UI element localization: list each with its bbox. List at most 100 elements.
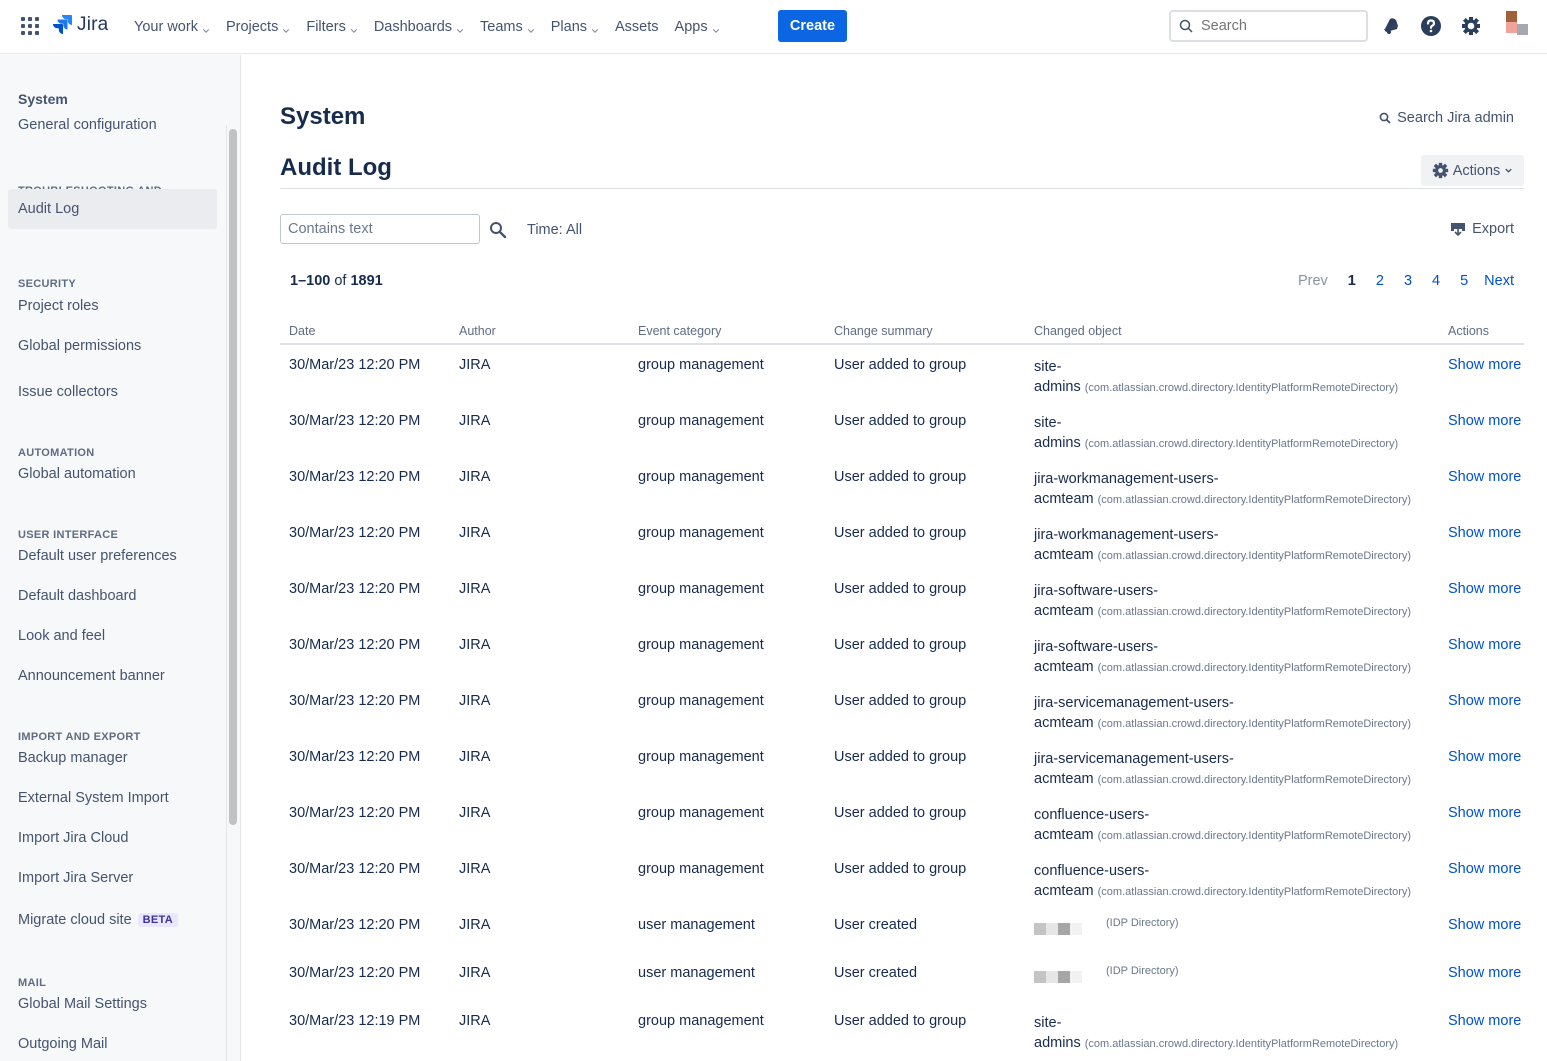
help-icon[interactable] (1419, 14, 1443, 38)
column-header-changed-object: Changed object (1034, 324, 1122, 338)
contains-text-filter-input[interactable] (280, 214, 480, 244)
sidebar-item-import-jira-cloud[interactable]: Import Jira Cloud (8, 818, 217, 858)
cell-changed-object: confluence-users-acmteam (com.atlassian.c… (1034, 805, 1444, 846)
cell-author: JIRA (459, 861, 491, 877)
sidebar-item-general-configuration[interactable]: General configuration (8, 105, 217, 145)
cell-changed-object: jira-software-users-acmteam (com.atlassia… (1034, 581, 1444, 622)
sidebar-item-issue-collectors[interactable]: Issue collectors (8, 372, 217, 412)
pagination-prev[interactable]: Prev (1298, 273, 1328, 289)
nav-item-assets[interactable]: Assets (607, 11, 667, 43)
show-more-link[interactable]: Show more (1448, 581, 1521, 597)
directory-label: (com.atlassian.crowd.directory.IdentityP… (1097, 494, 1412, 506)
nav-item-your-work[interactable]: Your work (126, 11, 218, 43)
show-more-link[interactable]: Show more (1448, 965, 1521, 981)
nav-item-dashboards[interactable]: Dashboards (366, 11, 472, 43)
table-row: 30/Mar/23 12:20 PM JIRA group management Us… (280, 513, 1524, 569)
sidebar-item-import-jira-server[interactable]: Import Jira Server (8, 858, 217, 898)
sidebar-item-label: Import Jira Cloud (18, 830, 129, 846)
cell-event-category: group management (638, 805, 764, 821)
pagination-page-2[interactable]: 2 (1376, 273, 1384, 289)
cell-date: 30/Mar/23 12:20 PM (289, 581, 421, 597)
object-name-line1: jira-workmanagement-users- (1034, 471, 1219, 487)
pagination-next[interactable]: Next (1484, 273, 1514, 289)
sidebar-item-look-and-feel[interactable]: Look and feel (8, 616, 217, 656)
cell-changed-object: (IDP Directory) (1034, 965, 1444, 989)
jira-logo[interactable]: Jira (51, 14, 108, 36)
show-more-link[interactable]: Show more (1448, 413, 1521, 429)
column-header-change-summary: Change summary (834, 324, 933, 338)
nav-item-filters[interactable]: Filters (298, 11, 365, 43)
show-more-link[interactable]: Show more (1448, 749, 1521, 765)
show-more-link[interactable]: Show more (1448, 1013, 1521, 1029)
sidebar-scrollbar-thumb[interactable] (229, 129, 237, 825)
show-more-link[interactable]: Show more (1448, 917, 1521, 933)
show-more-link[interactable]: Show more (1448, 637, 1521, 653)
sidebar-item-external-system-import[interactable]: External System Import (8, 778, 217, 818)
show-more-link[interactable]: Show more (1448, 861, 1521, 877)
pagination-page-1[interactable]: 1 (1348, 273, 1356, 289)
sidebar-item-migrate-cloud-site[interactable]: Migrate cloud site BETA (8, 900, 217, 940)
result-of-label: of (334, 273, 347, 289)
app-switcher-icon[interactable] (21, 17, 39, 35)
sidebar-item-label: Announcement banner (18, 668, 165, 684)
sidebar-item-global-mail-settings[interactable]: Global Mail Settings (8, 984, 217, 1024)
sidebar-item-label: Look and feel (18, 628, 106, 644)
export-button[interactable]: Export (1450, 221, 1514, 237)
sidebar-item-announcement-banner[interactable]: Announcement banner (8, 656, 217, 696)
settings-icon[interactable] (1459, 14, 1483, 38)
sidebar-item-default-user-preferences[interactable]: Default user preferences (8, 536, 217, 576)
sidebar-item-global-automation[interactable]: Global automation (8, 454, 217, 494)
show-more-link[interactable]: Show more (1448, 693, 1521, 709)
cell-changed-object: jira-servicemanagement-users-acmteam (com… (1034, 693, 1444, 734)
sidebar-item-default-dashboard[interactable]: Default dashboard (8, 576, 217, 616)
nav-item-label: Your work (134, 19, 198, 35)
directory-label: (com.atlassian.crowd.directory.IdentityP… (1097, 606, 1412, 618)
table-header: Date Author Event category Change summary Ch… (280, 320, 1524, 345)
cell-change-summary: User added to group (834, 637, 967, 653)
sidebar-item-global-permissions[interactable]: Global permissions (8, 326, 217, 366)
cell-author: JIRA (459, 749, 491, 765)
directory-label: (com.atlassian.crowd.directory.IdentityP… (1097, 550, 1412, 562)
object-name-line2-wrap: acmteam (com.atlassian.crowd.directory.Id… (1034, 489, 1444, 510)
cell-changed-object: confluence-users-acmteam (com.atlassian.c… (1034, 861, 1444, 902)
chevron-down-icon (1505, 168, 1512, 173)
nav-item-projects[interactable]: Projects (218, 11, 298, 43)
pagination-page-3[interactable]: 3 (1404, 273, 1412, 289)
global-search-input[interactable] (1201, 18, 1351, 34)
show-more-link[interactable]: Show more (1448, 525, 1521, 541)
cell-change-summary: User added to group (834, 469, 967, 485)
create-button[interactable]: Create (778, 10, 847, 42)
nav-item-apps[interactable]: Apps (667, 11, 728, 43)
cell-event-category: group management (638, 1013, 764, 1029)
object-name-line1: confluence-users- (1034, 807, 1150, 823)
sidebar-item-backup-manager[interactable]: Backup manager (8, 738, 217, 778)
nav-item-teams[interactable]: Teams (472, 11, 543, 43)
cell-author: JIRA (459, 805, 491, 821)
object-name-line2: acmteam (1034, 771, 1094, 787)
cell-event-category: group management (638, 525, 764, 541)
search-jira-admin-link[interactable]: Search Jira admin (1379, 110, 1514, 126)
chevron-down-icon (456, 23, 464, 33)
sidebar-item-outgoing-mail[interactable]: Outgoing Mail (8, 1024, 217, 1061)
sidebar-item-project-roles[interactable]: Project roles (8, 286, 217, 326)
time-filter-dropdown[interactable]: Time: All (527, 222, 582, 238)
sidebar-item-label: External System Import (18, 790, 169, 806)
show-more-link[interactable]: Show more (1448, 805, 1521, 821)
show-more-link[interactable]: Show more (1448, 357, 1521, 373)
cell-author: JIRA (459, 693, 491, 709)
global-search[interactable] (1169, 10, 1368, 42)
admin-sidebar: System General configurationTROUBLESHOOT… (0, 55, 241, 1061)
show-more-link[interactable]: Show more (1448, 469, 1521, 485)
object-name-line2: admins (1034, 379, 1081, 395)
pagination-page-5[interactable]: 5 (1460, 273, 1468, 289)
object-name-line2: acmteam (1034, 547, 1094, 563)
sidebar-item-audit-log[interactable]: Audit Log (8, 189, 217, 229)
filter-search-icon[interactable] (489, 221, 507, 239)
pagination-page-4[interactable]: 4 (1432, 273, 1440, 289)
cell-event-category: group management (638, 749, 764, 765)
cell-date: 30/Mar/23 12:19 PM (289, 1013, 421, 1029)
avatar[interactable] (1506, 11, 1528, 35)
nav-item-plans[interactable]: Plans (543, 11, 607, 43)
actions-dropdown-button[interactable]: Actions (1421, 155, 1524, 186)
notifications-icon[interactable] (1379, 14, 1403, 38)
